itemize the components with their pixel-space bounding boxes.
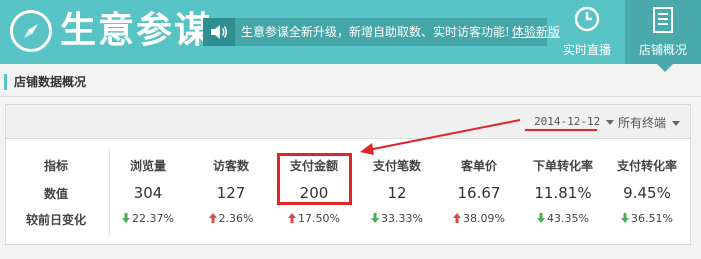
metric-name: 浏览量 <box>129 159 166 173</box>
metric-value: 127 <box>216 184 246 202</box>
metric-name: 访客数 <box>212 159 249 173</box>
row-label-value: 数值 <box>43 187 68 201</box>
metric-change: 38.09% <box>441 212 517 225</box>
metric-value: 304 <box>133 184 163 202</box>
document-icon <box>653 7 673 33</box>
top-header: 生意参谋 生意参谋全新升级，新增自助取数、实时访客功能! 体验新版 实时直播 店铺… <box>0 0 701 72</box>
row-label-change: 较前日变化 <box>25 213 86 227</box>
down-arrow-icon <box>371 213 380 223</box>
section-divider <box>0 96 701 97</box>
terminal-value: 所有终端 <box>618 116 667 130</box>
metric-value: 12 <box>387 184 407 202</box>
change-value: 17.50% <box>298 212 340 225</box>
stats-panel: 2014-12-12 所有终端 指标 数值 较前日变化 浏览量 304 22.3… <box>5 104 691 245</box>
chevron-down-icon <box>606 119 615 125</box>
section-title: 店铺数据概况 <box>14 75 87 89</box>
upgrade-notice: 生意参谋全新升级，新增自助取数、实时访客功能! 体验新版 <box>203 18 560 46</box>
compass-logo-icon <box>10 10 52 52</box>
notice-text: 生意参谋全新升级，新增自助取数、实时访客功能! <box>241 25 510 39</box>
terminal-select[interactable]: 所有终端 <box>618 114 681 131</box>
nav-live-label: 实时直播 <box>562 43 611 57</box>
metric-change: 22.37% <box>110 212 186 225</box>
highlight-box <box>277 153 352 205</box>
up-arrow-icon <box>208 213 217 223</box>
down-arrow-icon <box>537 213 546 223</box>
up-arrow-icon <box>453 213 462 223</box>
metric-change: 33.33% <box>359 212 435 225</box>
chevron-down-icon <box>672 121 681 126</box>
metric-change: 36.51% <box>609 212 685 225</box>
metric-name: 支付笔数 <box>372 159 421 173</box>
metric-change: 2.36% <box>193 212 269 225</box>
date-picker[interactable]: 2014-12-12 <box>534 115 615 128</box>
change-value: 33.33% <box>381 212 423 225</box>
brand-title: 生意参谋 <box>60 10 213 51</box>
metric-change: 43.35% <box>525 212 601 225</box>
metric-name: 下单转化率 <box>532 159 593 173</box>
row-label-metric: 指标 <box>43 159 68 173</box>
metric-name: 支付转化率 <box>616 159 677 173</box>
change-value: 38.09% <box>463 212 505 225</box>
metric-change: 17.50% <box>276 212 352 225</box>
down-arrow-icon <box>621 213 630 223</box>
nav-shop-overview[interactable]: 店铺概况 <box>625 0 701 72</box>
change-value: 43.35% <box>547 212 589 225</box>
section-accent-bar <box>4 74 7 90</box>
nav-shop-label: 店铺概况 <box>638 43 687 57</box>
up-arrow-icon <box>288 213 297 223</box>
date-value: 2014-12-12 <box>534 115 601 128</box>
date-underline-annotation <box>525 129 597 131</box>
active-tab-caret <box>657 64 673 72</box>
change-value: 36.51% <box>631 212 673 225</box>
change-value: 22.37% <box>132 212 174 225</box>
down-arrow-icon <box>122 213 131 223</box>
metric-value: 11.81% <box>534 184 592 202</box>
panel-toolbar: 2014-12-12 所有终端 <box>6 105 690 139</box>
metric-value: 16.67 <box>457 184 501 202</box>
speaker-icon <box>203 18 235 46</box>
change-value: 2.36% <box>218 212 254 225</box>
nav-live-broadcast[interactable]: 实时直播 <box>549 0 625 64</box>
clock-icon <box>574 6 600 32</box>
metric-value: 9.45% <box>623 184 671 202</box>
metric-name: 客单价 <box>460 159 497 173</box>
